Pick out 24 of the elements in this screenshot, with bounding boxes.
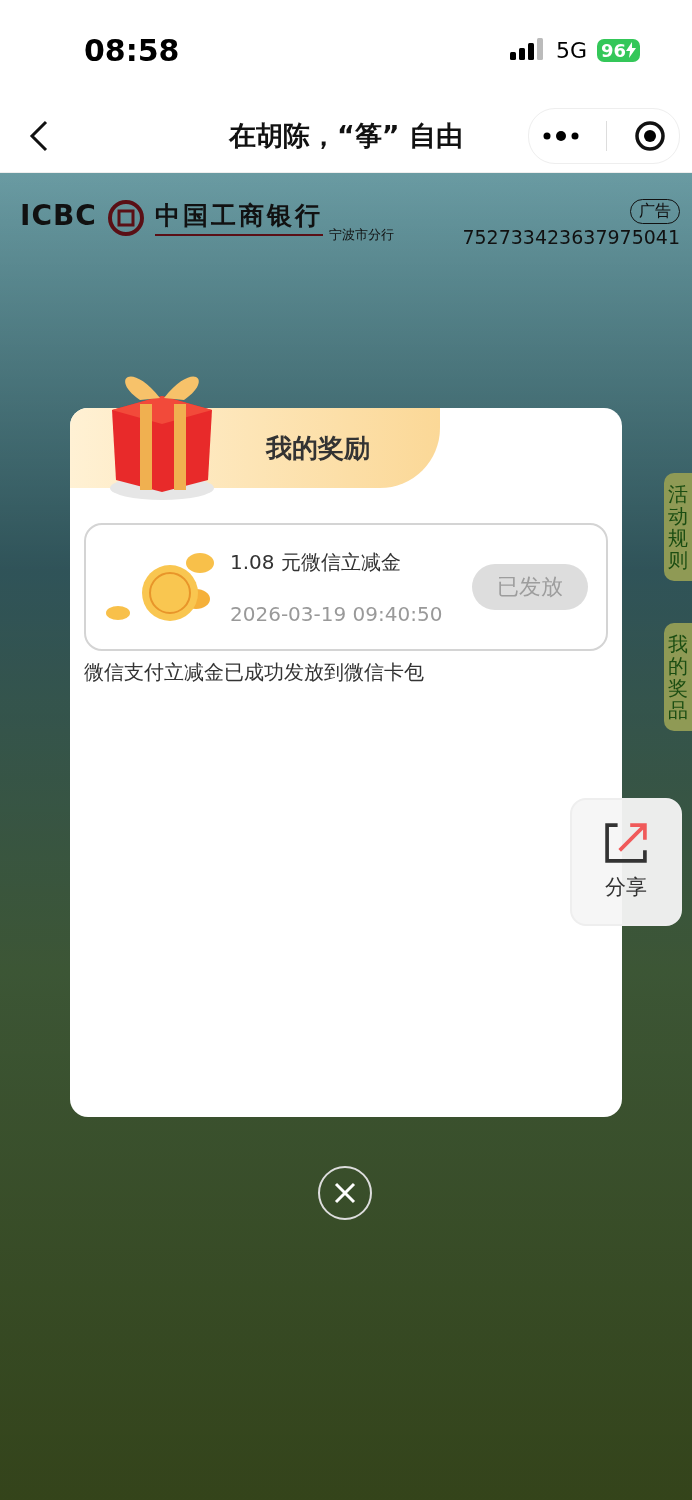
bank-logo-icon (106, 199, 145, 237)
close-icon (333, 1181, 357, 1205)
reward-note: 微信支付立减金已成功发放到微信卡包 (84, 659, 425, 686)
close-target-icon[interactable] (633, 120, 666, 152)
ad-id: 752733423637975041 (462, 226, 680, 248)
back-icon[interactable] (28, 119, 50, 153)
side-tab[interactable]: 我的奖品 (664, 623, 692, 731)
bank-logo-text: ICBC (20, 199, 97, 232)
close-button[interactable] (318, 1166, 372, 1220)
reward-time: 2026-03-19 09:40:50 (230, 601, 444, 626)
page-title: 在胡陈，“筝” 自由 (229, 120, 463, 151)
bank-name: 中国工商银行 (154, 199, 323, 236)
reward-name: 1.08 元微信立减金 (230, 548, 402, 576)
battery-level: 96 (596, 38, 640, 62)
status-time: 08:58 (84, 32, 180, 68)
branch-name: 宁波市分行 (328, 226, 394, 244)
signal-icon (509, 38, 546, 62)
share-icon (605, 823, 647, 863)
dialog-title: 我的奖励 (266, 431, 370, 465)
charging-icon (626, 42, 636, 58)
side-tab[interactable]: 活动规则 (664, 473, 692, 581)
more-icon[interactable] (542, 130, 579, 142)
network-label: 5G (555, 37, 587, 63)
share-button[interactable]: 分享 (570, 798, 682, 926)
